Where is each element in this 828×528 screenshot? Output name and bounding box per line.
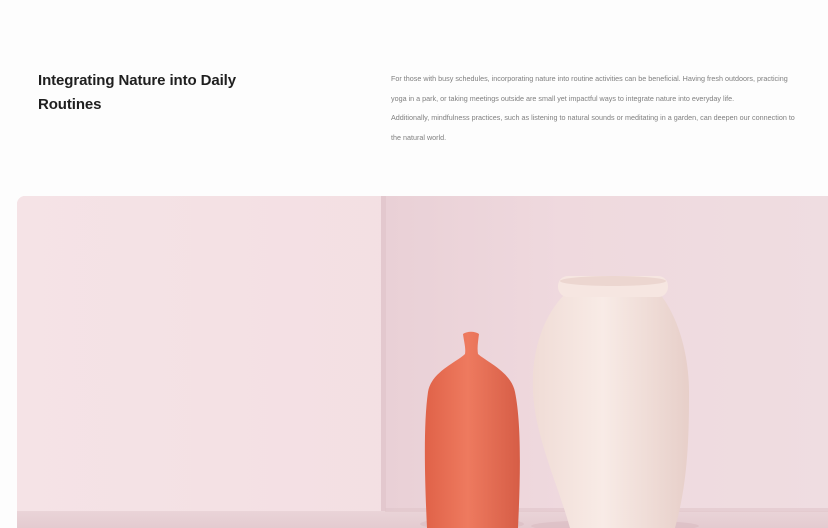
body-paragraph-1: For those with busy schedules, incorpora… — [391, 74, 788, 103]
cream-vase-opening — [560, 276, 666, 286]
wall-corner-shadow — [381, 196, 386, 511]
section-heading: Integrating Nature into Daily Routines — [38, 72, 236, 113]
section-body: For those with busy schedules, incorpora… — [391, 69, 801, 147]
body-paragraph-2: Additionally, mindfulness practices, suc… — [391, 113, 795, 142]
vases-illustration — [17, 196, 828, 528]
hero-image — [17, 196, 828, 528]
intro-section: Integrating Nature into Daily Routines F… — [0, 0, 828, 190]
page: Integrating Nature into Daily Routines F… — [0, 0, 828, 528]
